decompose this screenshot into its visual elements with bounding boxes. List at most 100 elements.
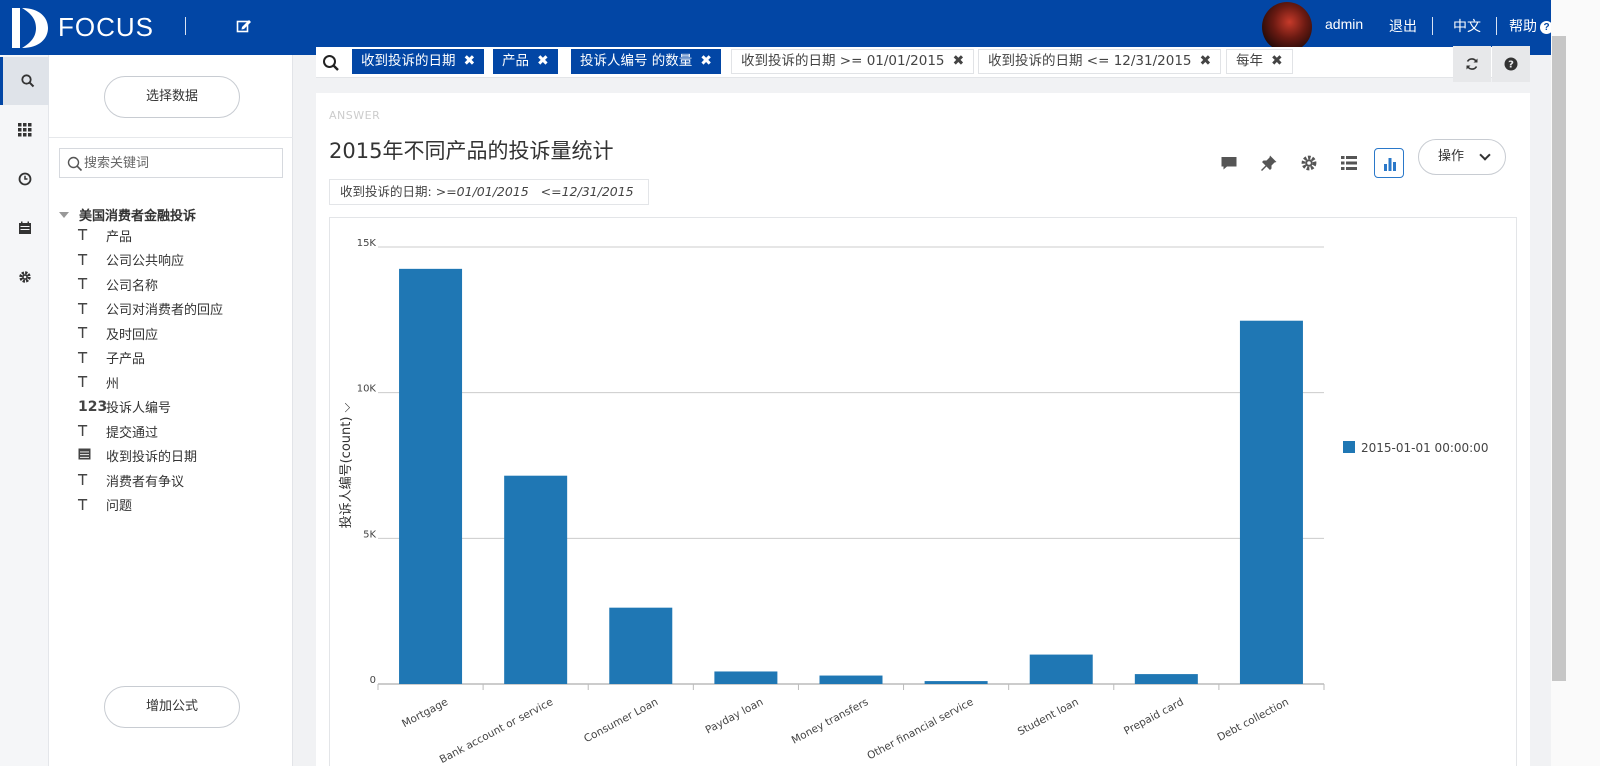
logout-link[interactable]: 退出: [1389, 16, 1417, 36]
remove-token-icon[interactable]: ✖: [953, 53, 965, 69]
logo-text[interactable]: FOCUS: [58, 12, 154, 43]
search-token[interactable]: 产品 ✖: [493, 49, 558, 74]
bar[interactable]: [819, 675, 883, 684]
chart-view-button[interactable]: [1374, 148, 1404, 178]
add-formula-button[interactable]: 增加公式: [104, 686, 240, 728]
field-item[interactable]: ꓔ 产品: [78, 223, 223, 248]
search-token[interactable]: 收到投诉的日期 ✖: [352, 49, 485, 74]
field-item[interactable]: ꓔ 子产品: [78, 346, 223, 371]
search-icon: [21, 74, 35, 88]
avatar[interactable]: [1262, 2, 1312, 52]
text-type-icon: ꓔ: [78, 250, 88, 269]
y-axis-label[interactable]: 投诉人编号(count) ⌵: [338, 402, 354, 528]
data-source-name: 美国消费者金融投诉: [79, 209, 197, 224]
legend-label[interactable]: 2015-01-01 00:00:00: [1361, 441, 1488, 455]
field-item[interactable]: ꓔ 及时回应: [78, 321, 223, 346]
x-tick-label: Prepaid card: [1122, 696, 1186, 737]
nav-settings[interactable]: [0, 253, 49, 301]
help-link[interactable]: 帮助?: [1509, 16, 1553, 36]
legend-swatch[interactable]: [1343, 441, 1355, 453]
bar[interactable]: [714, 671, 778, 684]
text-type-icon: ꓔ: [78, 495, 88, 514]
remove-token-icon[interactable]: ✖: [537, 53, 549, 69]
keyword-search-input[interactable]: [84, 153, 274, 173]
divider: [1432, 17, 1433, 35]
keyword-search: [59, 148, 283, 178]
remove-token-icon[interactable]: ✖: [1271, 53, 1283, 69]
pin-button[interactable]: [1254, 148, 1284, 178]
remove-token-icon[interactable]: ✖: [1200, 53, 1212, 69]
search-token[interactable]: 投诉人编号 的数量 ✖: [571, 49, 722, 74]
x-tick-label: Payday loan: [704, 696, 766, 736]
remove-token-icon[interactable]: ✖: [700, 53, 712, 69]
field-item[interactable]: ꓔ 公司公共响应: [78, 248, 223, 273]
y-tick-label: 15K: [357, 238, 377, 249]
chart-settings-button[interactable]: [1294, 148, 1324, 178]
x-tick-label: Bank account or service: [438, 696, 555, 766]
text-type-icon: ꓔ: [78, 471, 88, 490]
bar[interactable]: [924, 681, 988, 684]
operations-label: 操作: [1438, 149, 1465, 164]
search-token-bar[interactable]: 收到投诉的日期 ✖ 产品 ✖ 投诉人编号 的数量 ✖ 收到投诉的日期 >= 01/01…: [316, 47, 1530, 78]
username[interactable]: admin: [1325, 16, 1363, 32]
operations-button[interactable]: 操作: [1418, 139, 1506, 175]
nav-apps[interactable]: [0, 106, 49, 154]
text-type-icon: ꓔ: [78, 422, 88, 441]
data-source-node[interactable]: 美国消费者金融投诉: [59, 205, 196, 224]
field-label: 收到投诉的日期: [106, 450, 198, 466]
field-label: 子产品: [106, 352, 146, 368]
refresh-button[interactable]: [1453, 46, 1491, 82]
field-label: 公司对消费者的回应: [106, 303, 224, 319]
search-token[interactable]: 收到投诉的日期 <= 12/31/2015 ✖: [978, 49, 1222, 74]
language-link[interactable]: 中文: [1453, 16, 1481, 36]
caret-down-icon[interactable]: [59, 212, 69, 218]
chevron-down-icon: [1479, 149, 1491, 161]
text-type-icon: ꓔ: [78, 226, 88, 245]
nav-history[interactable]: [0, 155, 49, 203]
y-tick-label: 10K: [357, 384, 377, 395]
bar[interactable]: [1029, 654, 1093, 684]
search-token[interactable]: 收到投诉的日期 >= 01/01/2015 ✖: [731, 49, 975, 74]
field-item[interactable]: ꓔ 消费者有争议: [78, 468, 223, 493]
field-item[interactable]: ꓔ 公司对消费者的回应: [78, 297, 223, 322]
remove-token-icon[interactable]: ✖: [464, 53, 476, 69]
text-type-icon: ꓔ: [78, 299, 88, 318]
field-label: 州: [106, 376, 120, 392]
field-item[interactable]: ꓔ 公司名称: [78, 272, 223, 297]
bar[interactable]: [504, 475, 568, 684]
answer-title[interactable]: 2015年不同产品的投诉量统计: [329, 135, 613, 165]
table-view-button[interactable]: [1334, 148, 1364, 178]
bar[interactable]: [1134, 674, 1198, 684]
nav-calendar[interactable]: [0, 204, 49, 252]
y-tick-label: 0: [370, 675, 376, 686]
bar[interactable]: [399, 268, 463, 684]
select-data-button[interactable]: 选择数据: [104, 76, 240, 118]
comment-button[interactable]: [1214, 148, 1244, 178]
bar[interactable]: [609, 607, 673, 684]
x-tick-label: Other financial service: [865, 696, 975, 762]
field-item[interactable]: 123 投诉人编号: [78, 395, 223, 420]
bar-chart-icon: [1384, 158, 1396, 171]
field-label: 及时回应: [106, 327, 159, 343]
field-label: 问题: [106, 499, 133, 515]
text-type-icon: ꓔ: [78, 275, 88, 294]
search-token[interactable]: 每年 ✖: [1226, 49, 1293, 74]
nav-search[interactable]: [0, 57, 49, 105]
nav-rail: [0, 55, 49, 766]
help-button[interactable]: ?: [1492, 46, 1530, 82]
text-type-icon: ꓔ: [78, 373, 88, 392]
field-item[interactable]: 收到投诉的日期: [78, 444, 223, 469]
token-label: 每年: [1236, 53, 1263, 69]
date-filter-chip[interactable]: 收到投诉的日期: >=01/01/2015 <=12/31/2015: [329, 179, 649, 205]
focus-logo-icon[interactable]: [10, 6, 50, 50]
bar[interactable]: [1239, 320, 1303, 684]
bar-chart[interactable]: 0 5K 10K 15K 投诉人编号(count) ⌵ MortgageBank acco…: [330, 218, 1518, 766]
field-item[interactable]: ꓔ 提交通过: [78, 419, 223, 444]
x-tick-label: Money transfers: [790, 696, 871, 747]
field-item[interactable]: ꓔ州: [78, 370, 223, 395]
gear-icon: [1301, 155, 1317, 171]
field-item[interactable]: ꓔ 问题: [78, 493, 223, 518]
edit-icon[interactable]: [236, 18, 252, 34]
page-scrollbar-thumb[interactable]: [1552, 36, 1566, 681]
field-label: 提交通过: [106, 425, 159, 441]
